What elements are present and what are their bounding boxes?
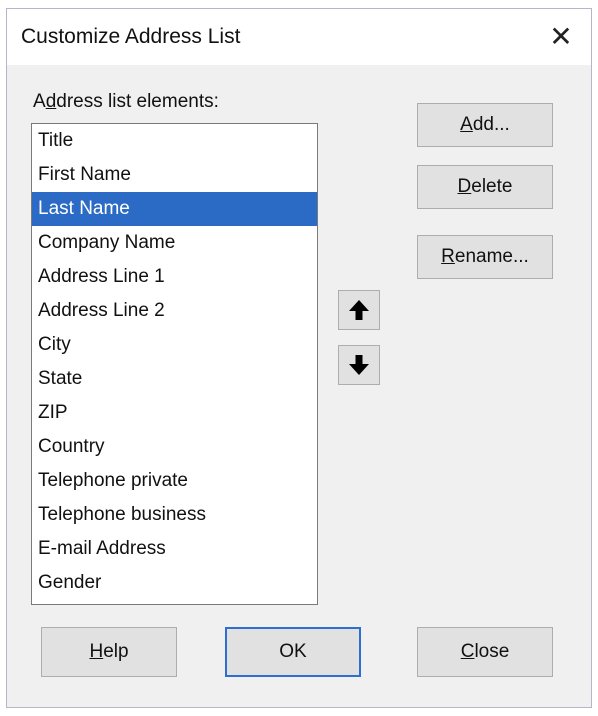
close-button[interactable]: Close — [417, 627, 553, 677]
list-item[interactable]: Gender — [32, 566, 317, 600]
list-item[interactable]: Country — [32, 430, 317, 464]
address-list-elements-label: Address list elements: — [33, 91, 219, 112]
list-item[interactable]: E-mail Address — [32, 532, 317, 566]
list-item[interactable]: First Name — [32, 158, 317, 192]
list-item[interactable]: City — [32, 328, 317, 362]
address-list-elements-listbox[interactable]: Title First Name Last Name Company Name … — [31, 123, 318, 605]
title-bar: Customize Address List ✕ — [7, 9, 591, 65]
rename-button[interactable]: Rename... — [417, 235, 553, 279]
arrow-down-icon — [349, 355, 369, 375]
customize-address-list-dialog: Customize Address List ✕ Address list el… — [6, 8, 592, 708]
list-item-selected[interactable]: Last Name — [32, 192, 317, 226]
dialog-title: Customize Address List — [21, 25, 241, 48]
list-item[interactable]: Telephone private — [32, 464, 317, 498]
list-item[interactable]: Address Line 2 — [32, 294, 317, 328]
move-up-button[interactable] — [338, 290, 380, 330]
list-item[interactable]: ZIP — [32, 396, 317, 430]
list-item[interactable]: Company Name — [32, 226, 317, 260]
list-item[interactable]: State — [32, 362, 317, 396]
move-down-button[interactable] — [338, 345, 380, 385]
list-item[interactable]: Address Line 1 — [32, 260, 317, 294]
ok-button[interactable]: OK — [225, 627, 361, 677]
help-button[interactable]: Help — [41, 627, 177, 677]
close-icon[interactable]: ✕ — [543, 19, 579, 55]
add-button[interactable]: Add... — [417, 103, 553, 147]
list-item[interactable]: Telephone business — [32, 498, 317, 532]
arrow-up-icon — [349, 300, 369, 320]
list-item[interactable]: Title — [32, 124, 317, 158]
delete-button[interactable]: Delete — [417, 165, 553, 209]
